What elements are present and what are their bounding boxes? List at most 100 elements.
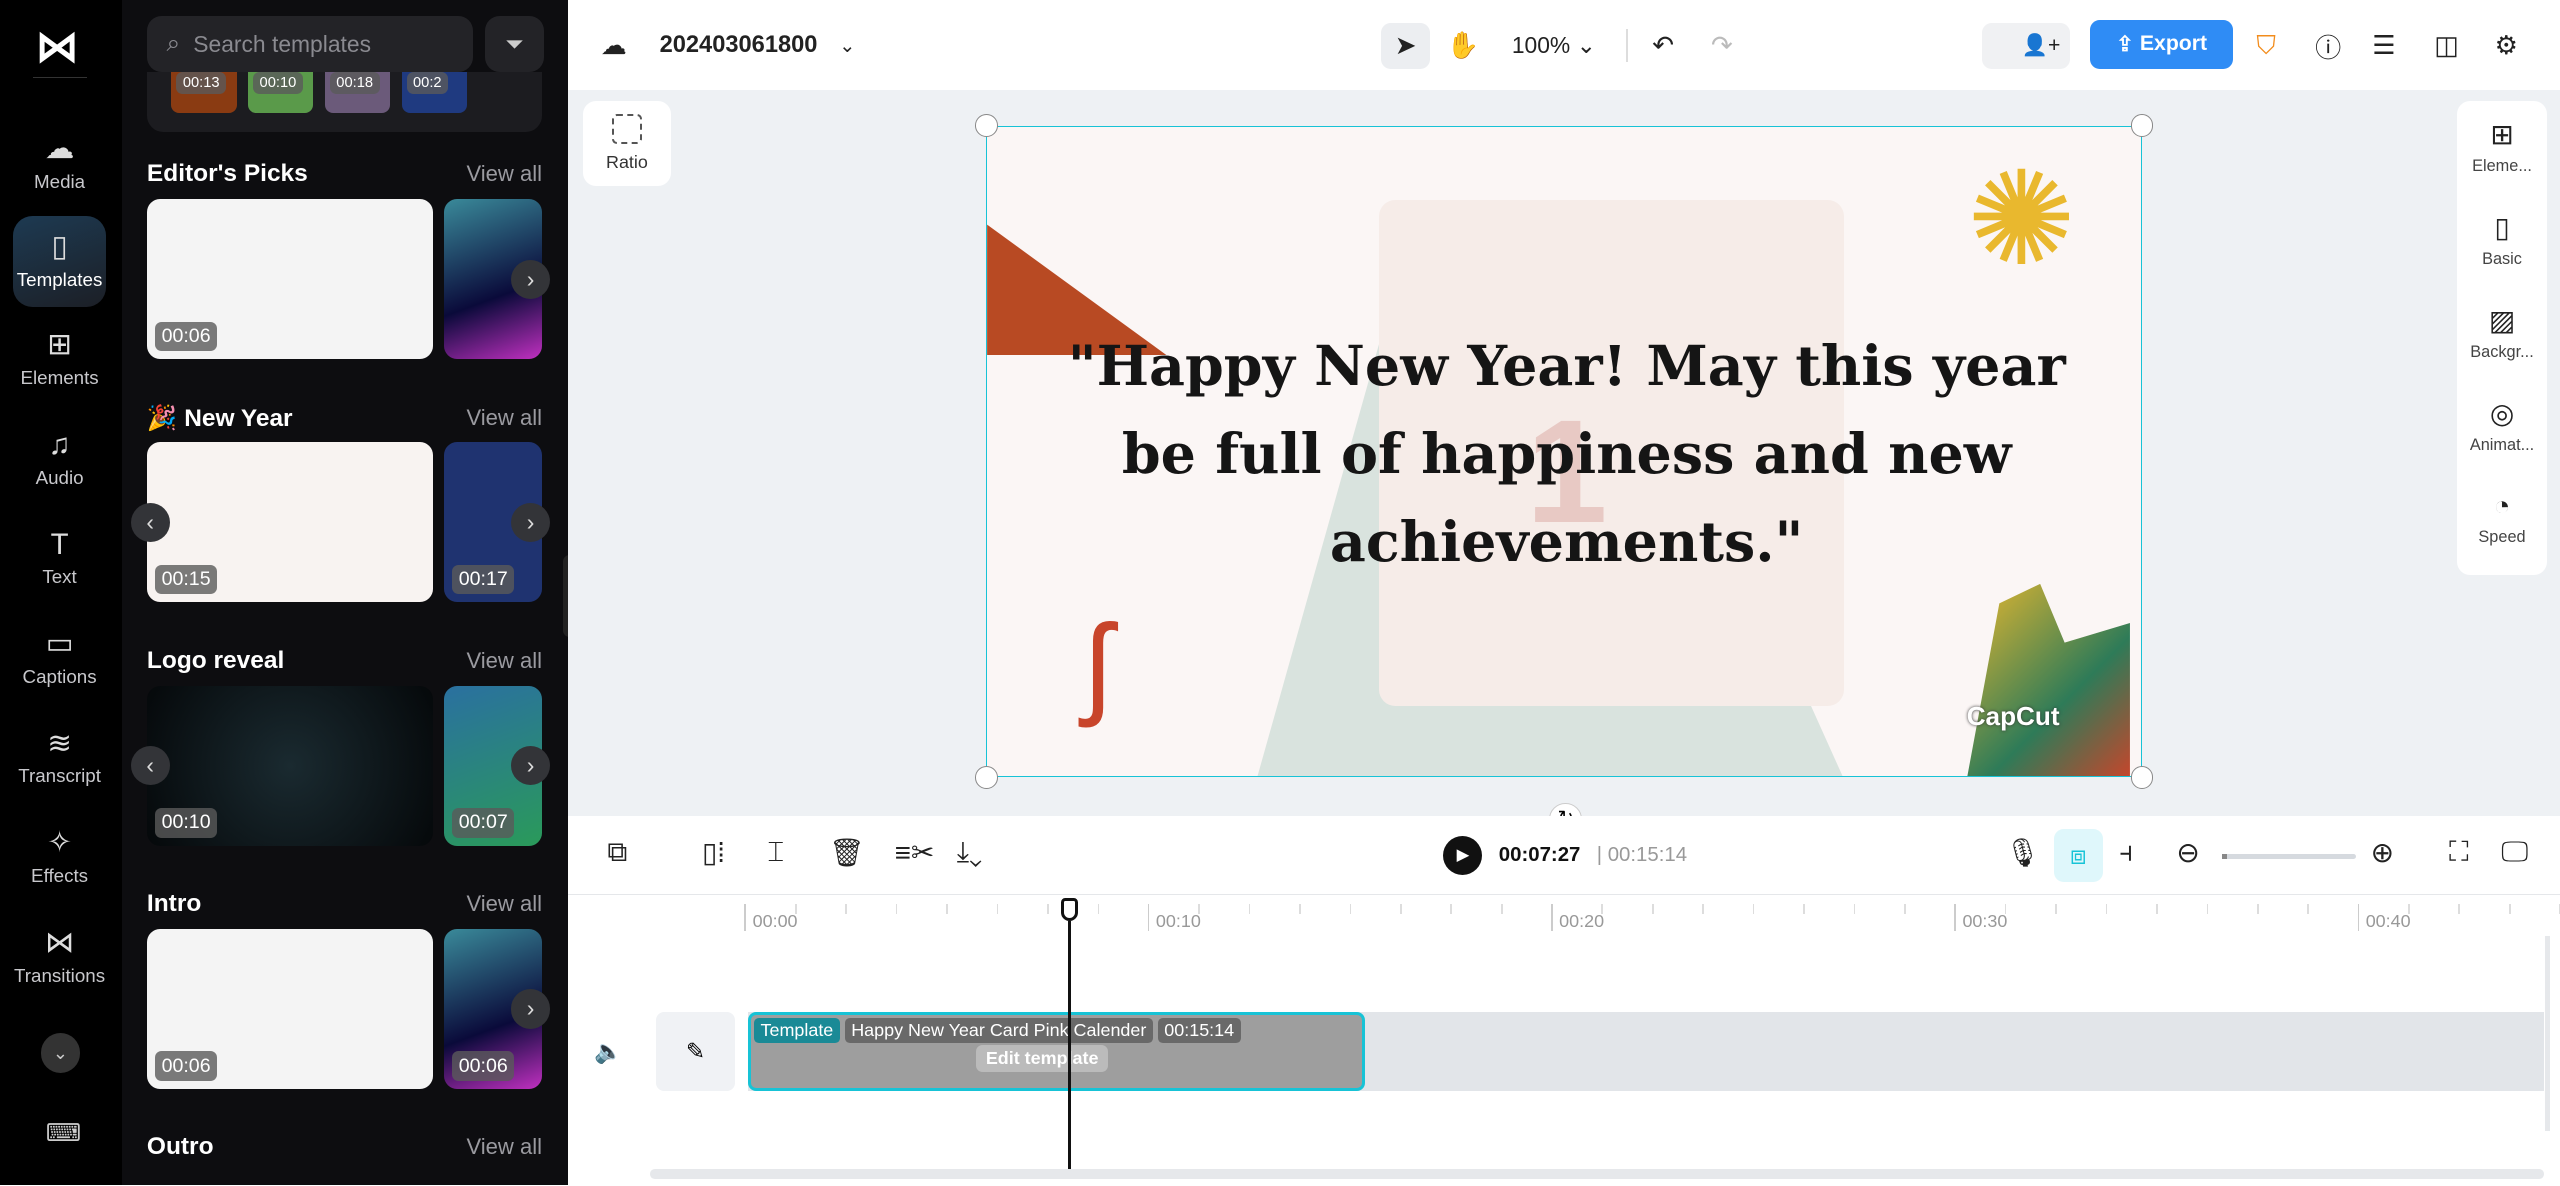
template-card[interactable]: 00:10	[146, 685, 433, 846]
panel-item-animation[interactable]: ◎ Animat...	[2457, 397, 2547, 456]
rail-item-effects[interactable]: ✧ Effects	[13, 811, 106, 902]
next-arrow-icon[interactable]: ›	[511, 502, 551, 543]
zoom-dropdown[interactable]: 100% ⌄	[1512, 23, 1596, 69]
magnet-icon: ⧈	[2070, 840, 2087, 871]
view-all-link[interactable]: View all	[466, 648, 542, 674]
next-arrow-icon[interactable]: ›	[511, 746, 551, 786]
select-tool-icon[interactable]: ➤	[1381, 22, 1431, 69]
rail-item-templates[interactable]: ▯ Templates	[13, 215, 107, 307]
minor-tick	[2004, 904, 2007, 915]
vertical-scrollbar[interactable]	[2545, 935, 2551, 1132]
template-card[interactable]: 00:15	[146, 442, 433, 603]
split-layout-icon[interactable]: ▯⁞	[702, 836, 725, 869]
redo-icon[interactable]: ↷	[1711, 23, 1733, 69]
layers-icon[interactable]: ☰	[2372, 23, 2395, 69]
keyboard-icon[interactable]: ⌨	[46, 1118, 81, 1148]
minor-tick	[1500, 904, 1503, 915]
minor-tick	[2156, 904, 2158, 915]
rail-item-transitions[interactable]: ⋈ Transitions	[13, 911, 106, 1002]
zoom-slider[interactable]	[2222, 853, 2356, 859]
elements-icon: ⊞	[47, 328, 72, 362]
template-card[interactable]: 00:06	[146, 928, 433, 1089]
layout-icon[interactable]: ◫	[2434, 23, 2459, 69]
volume-icon[interactable]: 🔈	[594, 1038, 622, 1065]
section-header: Intro View all	[146, 889, 543, 917]
timeline: 00:00 00:10 00:20 00:30 00:40 🔈 ✎ Template H…	[568, 894, 2560, 1186]
project-name[interactable]: 202403061800	[660, 23, 818, 69]
trim-icon[interactable]: ⌶	[767, 836, 784, 869]
templates-icon: ▯	[51, 230, 68, 264]
zoom-in-icon[interactable]: ⊕	[2371, 836, 2394, 869]
property-panel: ⊞ Eleme... ▯ Basic ▨ Backgr... ◎ Animat... ◔ Spee…	[2457, 101, 2547, 575]
minor-tick	[946, 904, 948, 915]
resize-handle[interactable]	[2130, 765, 2154, 789]
prev-arrow-icon[interactable]: ‹	[130, 746, 170, 786]
settings-icon[interactable]: ⚙	[2495, 23, 2518, 69]
panel-item-speed[interactable]: ◔ Speed	[2457, 490, 2547, 548]
horizontal-scrollbar[interactable]	[649, 1168, 2544, 1179]
fullscreen-icon[interactable]: ⛶	[2449, 836, 2468, 869]
export-button[interactable]: ⇪ Export	[2089, 19, 2234, 69]
rail-item-media[interactable]: ☁ Media	[13, 118, 106, 209]
search-input[interactable]: ⌕ Search templates	[146, 16, 474, 72]
elements-icon: ⊞	[2490, 118, 2514, 150]
panel-item-basic[interactable]: ▯ Basic	[2457, 211, 2547, 270]
collaborator-button[interactable]: 👤+	[1982, 22, 2071, 69]
hand-tool-icon[interactable]: ✋	[1440, 23, 1486, 69]
zoom-out-icon[interactable]: ⊖	[2176, 836, 2199, 869]
animation-icon: ◎	[2489, 397, 2515, 429]
canvas-preview[interactable]: 1 ✺ ʃ "Happy New Year! May this year be …	[986, 125, 2143, 778]
ratio-button[interactable]: Ratio	[582, 101, 671, 187]
chevron-down-icon[interactable]: ⌄	[839, 23, 855, 69]
play-button[interactable]: ▶	[1443, 835, 1483, 876]
auto-cut-icon[interactable]: ≡✂	[895, 836, 934, 869]
shield-icon[interactable]: ⛉	[2256, 23, 2276, 69]
minor-tick	[1349, 904, 1352, 915]
panel-item-elements[interactable]: ⊞ Eleme...	[2457, 118, 2547, 177]
view-all-link[interactable]: View all	[466, 405, 542, 431]
rail-item-transcript[interactable]: ≋ Transcript	[13, 712, 106, 803]
resize-handle[interactable]	[974, 114, 998, 138]
snap-toggle[interactable]: ⧈	[2053, 829, 2103, 882]
cloud-icon[interactable]: ☁	[601, 23, 627, 69]
capcut-logo: ⋈	[35, 22, 79, 70]
duration-badge: 00:2	[406, 71, 449, 95]
quote-text[interactable]: "Happy New Year! May this year be full o…	[1052, 323, 2081, 587]
next-arrow-icon[interactable]: ›	[511, 989, 551, 1029]
resize-handle[interactable]	[2130, 114, 2154, 138]
preview-icon[interactable]: 🖵	[2501, 836, 2528, 869]
next-arrow-icon[interactable]: ›	[511, 259, 551, 299]
playhead-handle[interactable]	[1061, 897, 1078, 921]
add-media-icon[interactable]: ⧉	[607, 836, 627, 869]
filter-button[interactable]: ⏷	[484, 16, 544, 72]
help-icon[interactable]: ⓘ	[2315, 23, 2341, 69]
split-icon[interactable]: ⫞	[2119, 836, 2133, 869]
view-all-link[interactable]: View all	[466, 161, 542, 187]
edit-cover-button[interactable]: ✎	[656, 1012, 735, 1091]
undo-icon[interactable]: ↶	[1652, 23, 1674, 69]
tick	[1551, 904, 1553, 931]
minor-tick	[794, 904, 797, 915]
playhead[interactable]	[1067, 920, 1071, 1169]
panel-item-background[interactable]: ▨ Backgr...	[2457, 304, 2547, 363]
prev-arrow-icon[interactable]: ‹	[130, 502, 170, 543]
tick-label: 00:10	[1155, 911, 1201, 931]
view-all-link[interactable]: View all	[466, 891, 542, 917]
microphone-icon[interactable]: 🎙	[2005, 836, 2040, 869]
view-all-link[interactable]: View all	[466, 1134, 542, 1160]
effects-icon: ✧	[47, 826, 72, 860]
minor-tick	[1803, 904, 1805, 915]
rail-item-text[interactable]: T Text	[13, 513, 106, 604]
chevron-down-icon[interactable]: ⌄	[40, 1033, 80, 1073]
template-clip[interactable]: Template Happy New Year Card Pink Calend…	[747, 1012, 1365, 1091]
panel-collapse-handle[interactable]	[563, 555, 569, 637]
rail-item-audio[interactable]: ♫ Audio	[13, 413, 106, 504]
delete-icon[interactable]: 🗑	[829, 836, 864, 869]
template-card[interactable]: 00:06	[146, 199, 433, 360]
download-icon[interactable]: ⤓⌄	[957, 836, 982, 869]
resize-handle[interactable]	[974, 765, 998, 789]
section-header: Logo reveal View all	[146, 646, 543, 674]
rail-item-elements[interactable]: ⊞ Elements	[13, 313, 106, 404]
edit-template-button[interactable]: Edit template	[976, 1044, 1109, 1073]
rail-item-captions[interactable]: ▭ Captions	[13, 612, 106, 703]
